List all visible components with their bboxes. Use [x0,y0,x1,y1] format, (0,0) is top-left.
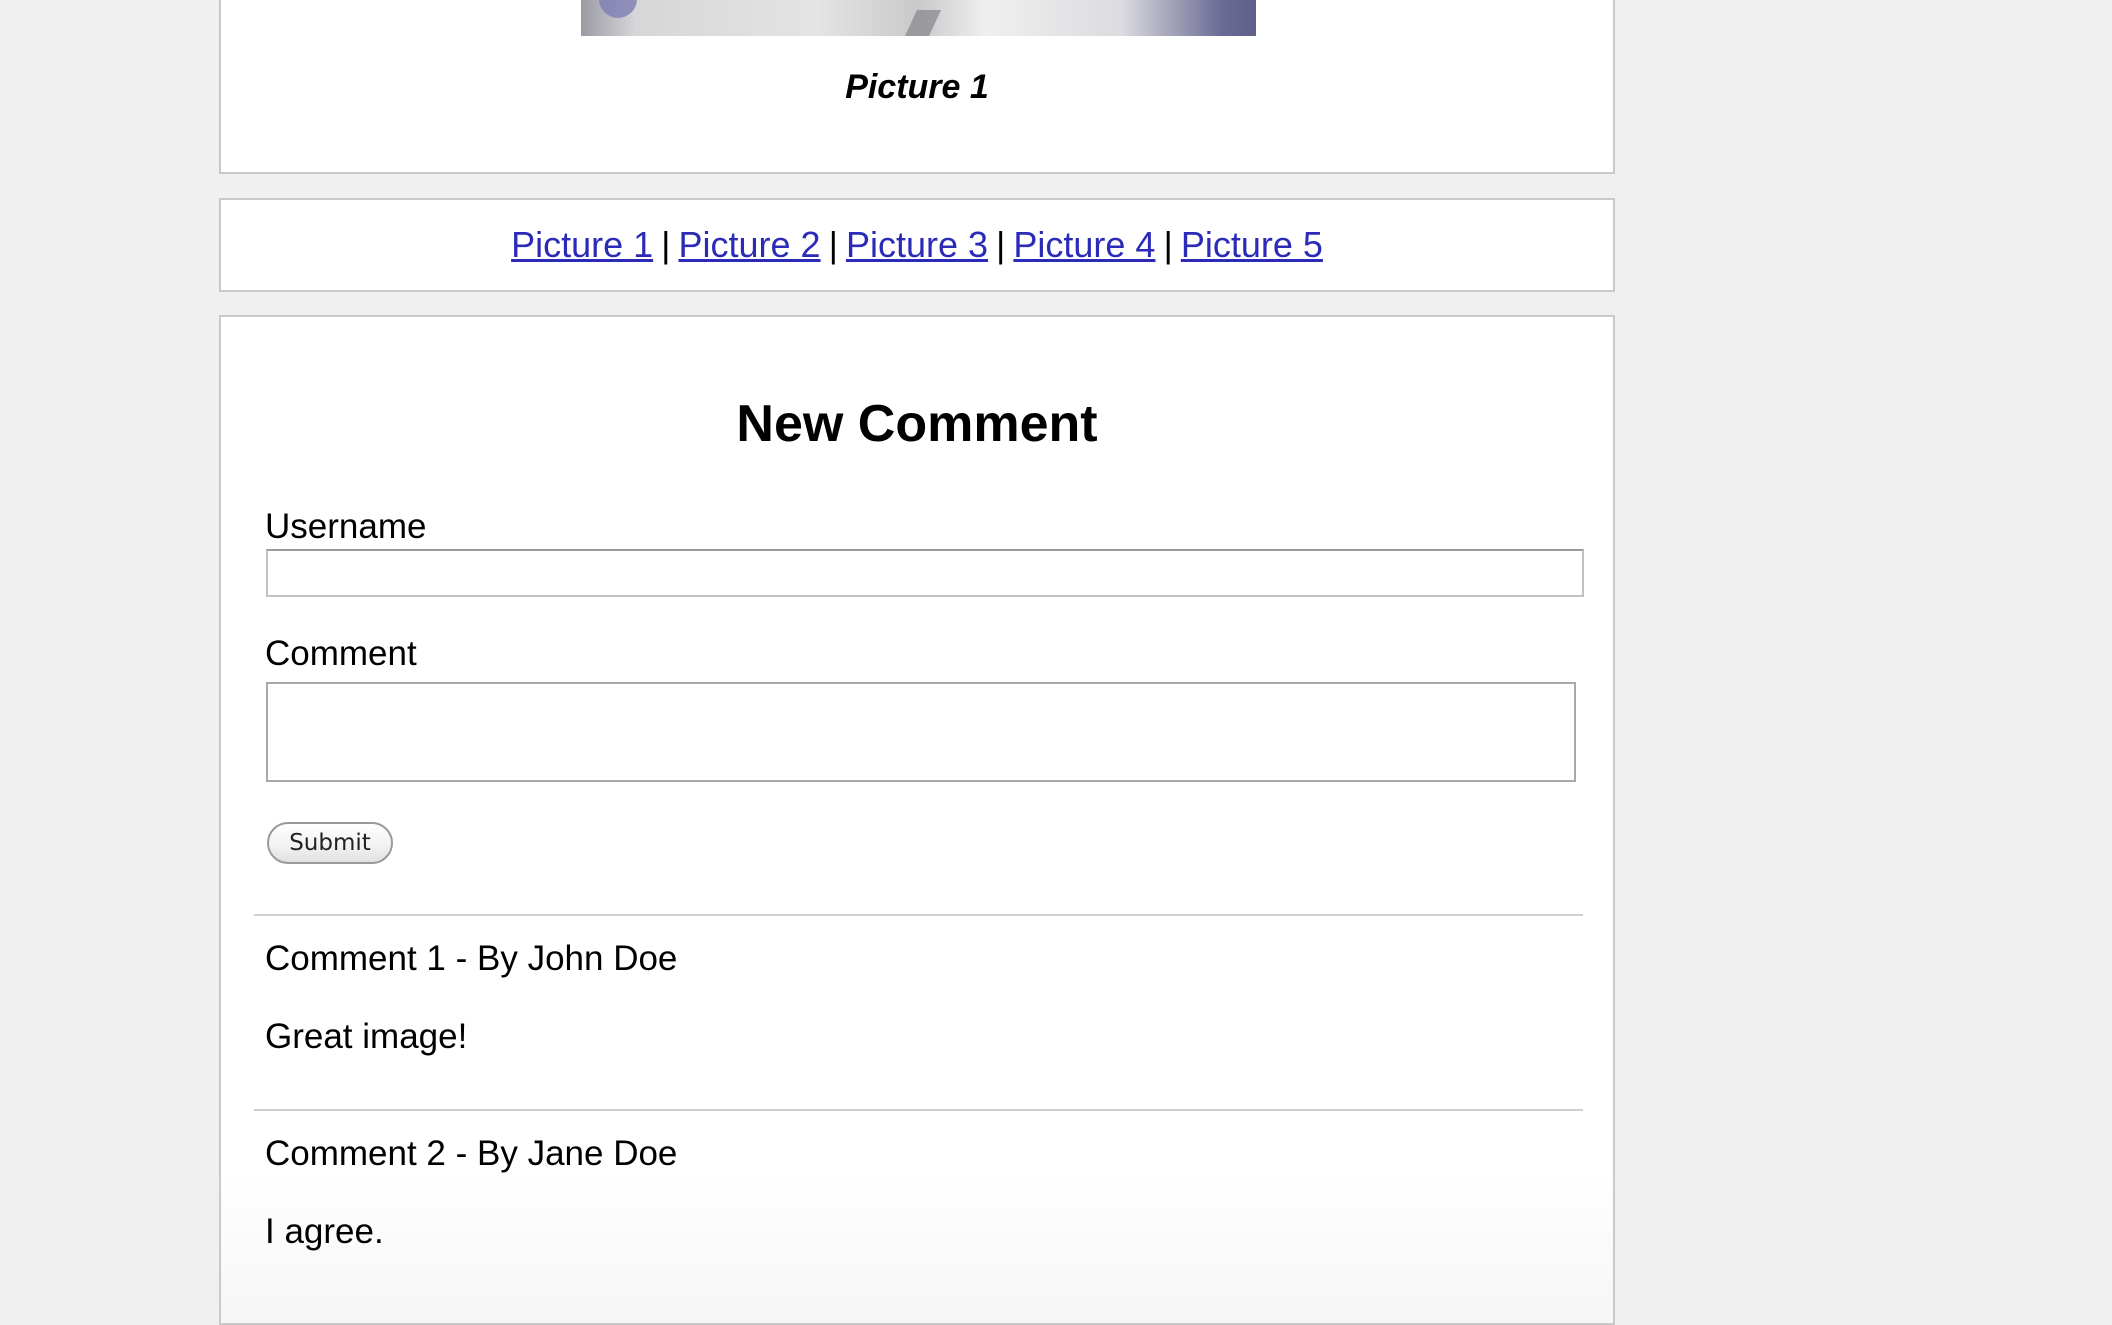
comment-label: Comment [265,634,417,673]
comment-title: Comment 1 - By John Doe [265,939,678,978]
comment-divider [254,914,1583,916]
nav-separator: | [828,224,838,265]
nav-link-picture-2[interactable]: Picture 2 [679,224,821,265]
comment-textarea[interactable] [266,682,1576,782]
nav-link-picture-1[interactable]: Picture 1 [511,224,653,265]
comment-title: Comment 2 - By Jane Doe [265,1134,678,1173]
submit-button[interactable]: Submit [267,822,393,864]
username-input[interactable] [266,549,1584,597]
picture-caption: Picture 1 [845,68,989,106]
picture-image [581,0,1256,36]
nav-link-picture-4[interactable]: Picture 4 [1013,224,1155,265]
picture-navigation: Picture 1 | Picture 2 | Picture 3 | Picture 4 |… [219,198,1615,292]
nav-separator: | [1163,224,1173,265]
new-comment-heading: New Comment [736,395,1098,453]
comment-panel: New Comment Username Comment Submit Comm… [219,315,1615,1325]
comment-body: Great image! [265,1017,468,1056]
nav-separator: | [661,224,671,265]
nav-link-picture-3[interactable]: Picture 3 [846,224,988,265]
picture-nav-links: Picture 1 | Picture 2 | Picture 3 | Picture 4 |… [221,223,1613,267]
comment-divider [254,1109,1583,1111]
username-label: Username [265,507,427,546]
nav-link-picture-5[interactable]: Picture 5 [1181,224,1323,265]
nav-separator: | [996,224,1006,265]
comment-body: I agree. [265,1212,384,1251]
picture-panel: Picture 1 [219,0,1615,174]
